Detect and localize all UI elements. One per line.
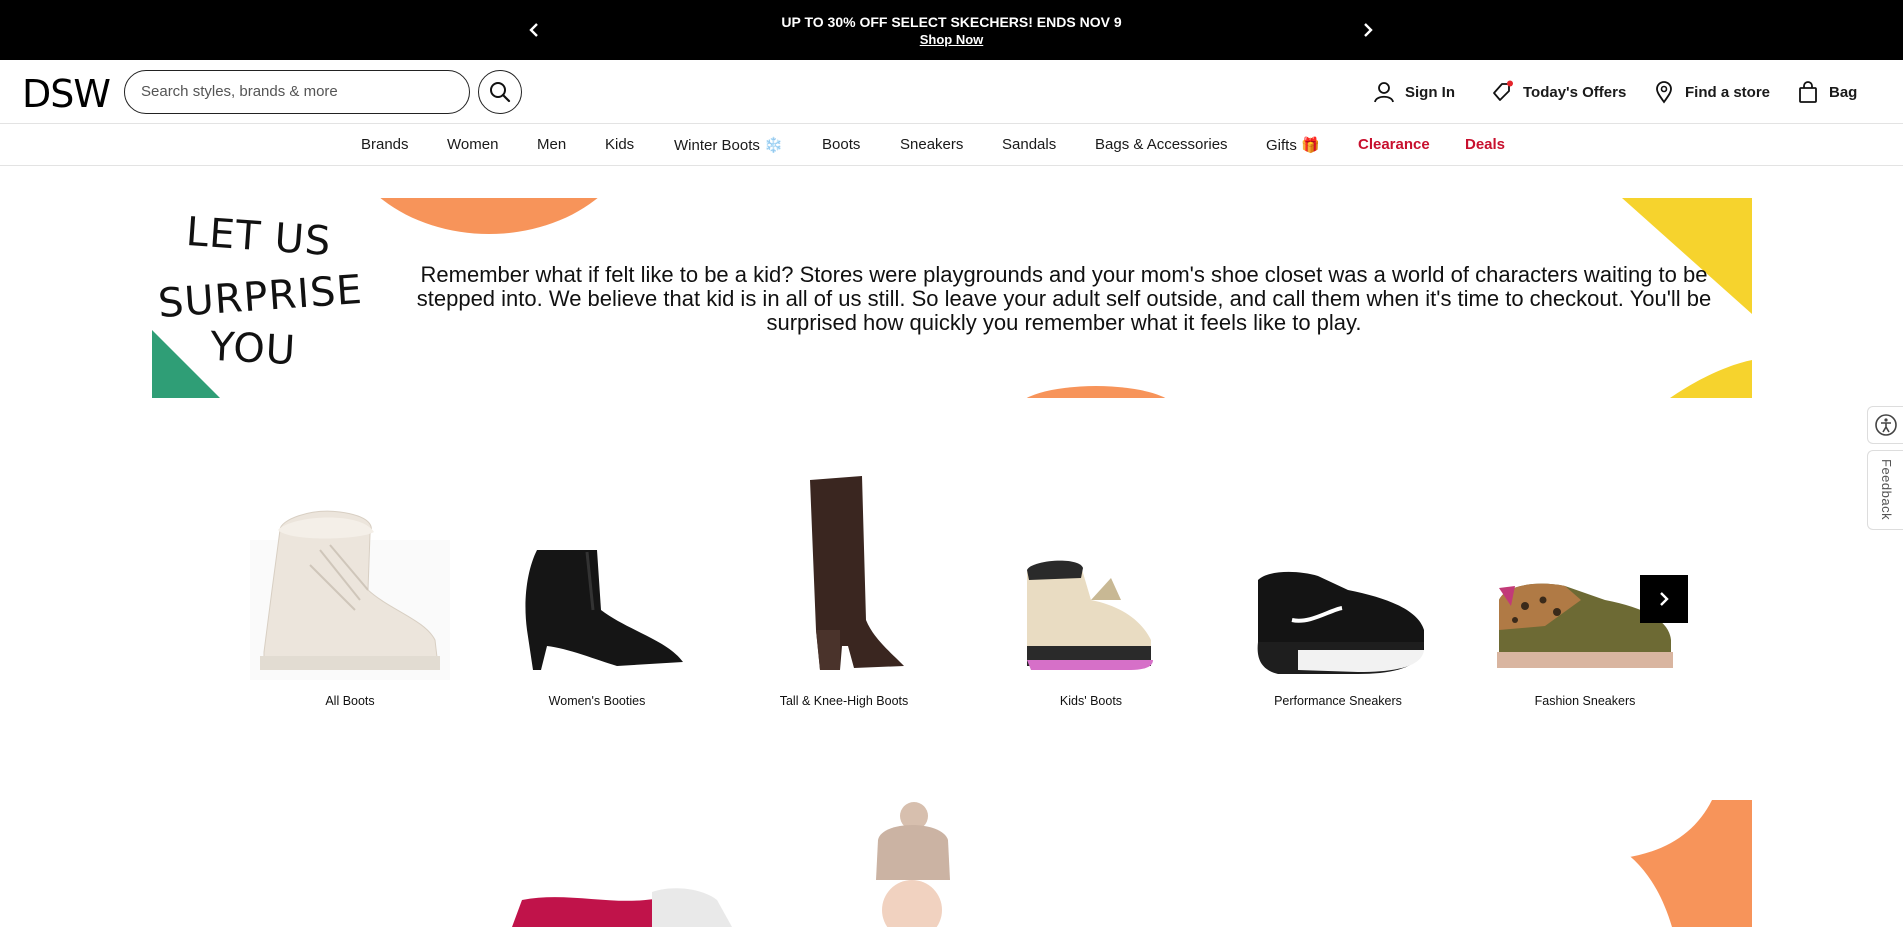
promo-next-button[interactable] xyxy=(1358,20,1378,40)
chevron-right-icon xyxy=(1660,592,1669,606)
search-box xyxy=(124,70,470,114)
hero-decor xyxy=(512,800,1752,927)
nav-item-clearance[interactable]: Clearance xyxy=(1358,136,1430,153)
nav-item-gifts[interactable]: Gifts 🎁 xyxy=(1266,136,1320,154)
tall-brown-boot-image xyxy=(810,476,904,670)
tag-icon xyxy=(1493,80,1513,101)
location-pin-icon xyxy=(1656,81,1672,104)
todays-offers-link[interactable]: Today's Offers xyxy=(1490,80,1626,104)
feedback-tab[interactable]: Feedback xyxy=(1867,450,1903,530)
todays-offers-label: Today's Offers xyxy=(1523,83,1627,101)
nav-item-sneakers[interactable]: Sneakers xyxy=(900,136,963,153)
category-carousel: All Boots Women's Booties Tall & Knee-Hi… xyxy=(0,470,1903,720)
accessibility-button[interactable] xyxy=(1867,406,1903,444)
find-store-label: Find a store xyxy=(1685,83,1771,101)
category-label: Tall & Knee-High Boots xyxy=(779,694,909,708)
category-label: All Boots xyxy=(325,694,375,708)
nav-item-kids[interactable]: Kids xyxy=(605,136,634,153)
find-store-link[interactable]: Find a store xyxy=(1652,80,1770,104)
category-label: Performance Sneakers xyxy=(1274,694,1402,708)
search-button[interactable] xyxy=(478,70,522,114)
nav-item-deals[interactable]: Deals xyxy=(1465,136,1505,153)
promo-banner: UP TO 30% OFF SELECT SKECHERS! ENDS NOV … xyxy=(0,0,1903,60)
nav-item-sandals[interactable]: Sandals xyxy=(1002,136,1056,153)
black-sneaker-image xyxy=(1257,571,1424,674)
feedback-label: Feedback xyxy=(1879,459,1894,521)
carousel-next-button[interactable] xyxy=(1640,575,1688,623)
nav-item-bags-accessories[interactable]: Bags & Accessories xyxy=(1095,136,1228,153)
kids-boot-image xyxy=(1027,560,1153,670)
category-label: Fashion Sneakers xyxy=(1534,694,1636,708)
search-input[interactable] xyxy=(141,71,461,111)
surprise-banner: LET US SURPRISE YOU Remember what if fel… xyxy=(152,198,1752,398)
category-label: Kids' Boots xyxy=(1059,694,1123,708)
surprise-title-line3: YOU xyxy=(208,323,298,375)
category-label: Women's Booties xyxy=(548,694,646,708)
surprise-message: Remember what if felt like to be a kid? … xyxy=(416,262,1712,335)
sign-in-link[interactable]: Sign In xyxy=(1372,80,1455,104)
main-nav: Brands Women Men Kids Winter Boots ❄️ Bo… xyxy=(0,124,1903,166)
bag-link[interactable]: Bag xyxy=(1796,80,1857,104)
site-header: DSW Sign In Today's Offers Find a store xyxy=(0,60,1903,124)
shopping-bag-icon xyxy=(1799,81,1817,103)
chevron-right-icon xyxy=(1364,23,1373,37)
promo-shop-now-link[interactable]: Shop Now xyxy=(920,32,984,47)
dsw-logo[interactable]: DSW xyxy=(22,72,111,116)
promo-text: UP TO 30% OFF SELECT SKECHERS! ENDS NOV … xyxy=(781,14,1122,30)
nav-item-men[interactable]: Men xyxy=(537,136,566,153)
black-bootie-image xyxy=(525,550,683,670)
user-icon xyxy=(1374,82,1394,103)
holiday-hero-banner xyxy=(152,800,1752,927)
nav-item-boots[interactable]: Boots xyxy=(822,136,860,153)
nav-item-women[interactable]: Women xyxy=(447,136,498,153)
bag-label: Bag xyxy=(1829,83,1858,101)
accessibility-icon xyxy=(1874,414,1897,436)
sign-in-label: Sign In xyxy=(1405,83,1455,101)
search-icon xyxy=(490,82,511,103)
white-winter-boot-image xyxy=(250,510,450,680)
nav-item-winter-boots[interactable]: Winter Boots ❄️ xyxy=(674,136,783,154)
nav-item-brands[interactable]: Brands xyxy=(361,136,409,153)
